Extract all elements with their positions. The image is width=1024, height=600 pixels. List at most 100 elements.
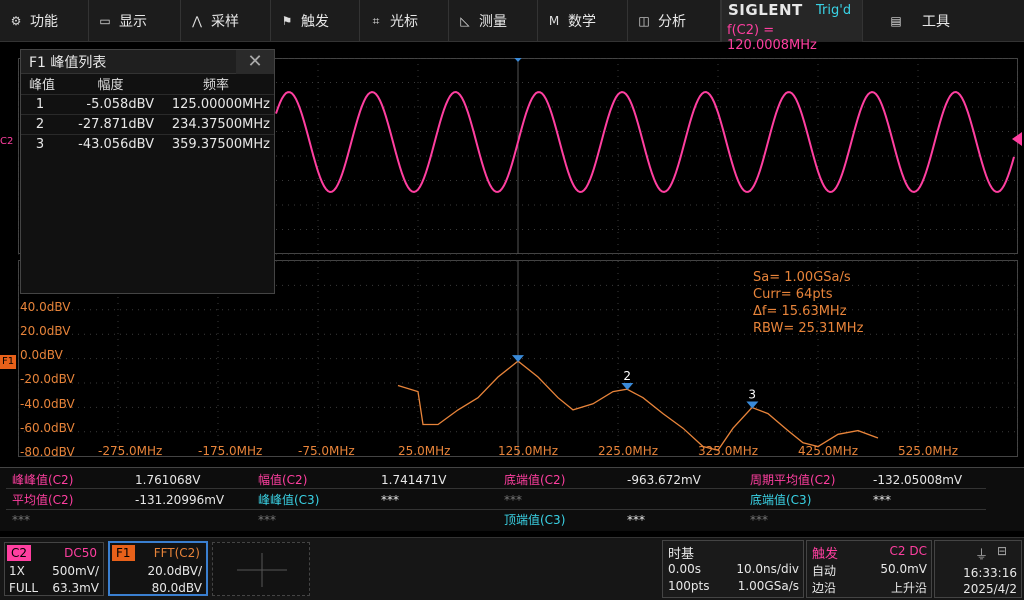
tools-icon: ▤ <box>890 14 902 28</box>
menu-cursor[interactable]: ⌗ 光标 <box>360 0 449 42</box>
fft-y-label: -40.0dBV <box>20 397 75 411</box>
menu-bar: ⚙ 功能 ▭ 显示 ⋀ 采样 ⚑ 触发 ⌗ 光标 ◺ 测量 M 数学 ◫ 分析 SIGLENT … <box>0 0 1024 53</box>
f1-channel-marker[interactable]: F1 <box>0 355 16 369</box>
menu-measure[interactable]: ◺ 测量 <box>449 0 538 42</box>
measure-label: *** <box>258 513 276 527</box>
measure-value: -131.20996mV <box>135 493 225 507</box>
menu-label: 分析 <box>658 14 686 30</box>
menu-label: 功能 <box>30 14 58 30</box>
peak-label: 2 <box>623 369 631 383</box>
menu-analysis[interactable]: ◫ 分析 <box>628 0 721 42</box>
trigger-status: Trig'd <box>816 3 852 18</box>
menu-label: 显示 <box>119 14 147 30</box>
measure-value: *** <box>381 493 399 507</box>
fft-x-label: 425.0MHz <box>798 444 859 458</box>
c2-probe: 1X <box>9 564 25 578</box>
f1-tag: F1 <box>112 545 135 561</box>
trigger-title: 触发 <box>812 547 839 562</box>
menu-tools[interactable]: ▤ 工具 <box>876 0 1024 42</box>
add-channel-button[interactable] <box>212 542 310 596</box>
measure-label: *** <box>12 513 30 527</box>
acquire-icon: ⋀ <box>192 14 202 28</box>
frequency-counter: f(C2) = 120.0008MHz <box>727 23 817 53</box>
plus-icon <box>237 553 287 587</box>
menu-math[interactable]: M 数学 <box>538 0 628 42</box>
peak-frequency: 234.37500MHz <box>158 113 274 134</box>
measure-label: 顶端值(C3) <box>504 513 566 527</box>
brand-panel: SIGLENT Trig'd f(C2) = 120.0008MHz <box>721 0 863 53</box>
measure-label: 峰峰值(C2) <box>12 473 74 487</box>
fft-y-label: -20.0dBV <box>20 372 75 386</box>
trigger-level: 50.0mV <box>880 562 927 576</box>
peak-row[interactable]: 2 -27.871dBV 234.37500MHz <box>21 113 274 134</box>
timebase-title: 时基 <box>668 547 695 562</box>
measure-label: *** <box>750 513 768 527</box>
peak-col-header: 频率 <box>202 78 229 94</box>
status-bar: C2 DC50 1X 500mV/ FULL 63.3mV F1 FFT(C2)… <box>0 537 1024 600</box>
timebase-scale: 10.0ns/div <box>736 562 799 576</box>
fft-y-label: 0.0dBV <box>20 348 63 362</box>
fft-x-label: 225.0MHz <box>598 444 659 458</box>
peak-table: 峰值 幅度 频率 1 -5.058dBV 125.00000MHz 2 -27.… <box>21 74 274 154</box>
trigger-mode: 自动 <box>812 564 837 578</box>
fft-x-label: 125.0MHz <box>498 444 559 458</box>
fft-y-label: 20.0dBV <box>20 324 71 338</box>
fft-trace <box>397 360 879 451</box>
peak-frequency: 359.37500MHz <box>158 133 274 154</box>
clock-time: 16:33:16 <box>963 566 1017 580</box>
measure-label: 峰峰值(C3) <box>258 493 320 507</box>
menu-label: 采样 <box>211 14 239 30</box>
menu-acquire[interactable]: ⋀ 采样 <box>181 0 271 42</box>
fft-info: Sa= 1.00GSa/s Curr= 64pts Δf= 15.63MHz R… <box>753 269 863 337</box>
menu-display[interactable]: ▭ 显示 <box>89 0 181 42</box>
peak-amplitude: -27.871dBV <box>63 113 158 134</box>
fft-x-label: -75.0MHz <box>298 444 355 458</box>
measure-value: 1.741471V <box>381 473 447 487</box>
timebase-box[interactable]: 时基 0.00s 10.0ns/div 100pts 1.00GSa/s <box>662 540 804 598</box>
peak-frequency: 125.00000MHz <box>158 93 274 114</box>
menu-trigger[interactable]: ⚑ 触发 <box>271 0 360 42</box>
measure-value: *** <box>627 513 645 527</box>
fft-resolution: Δf= 15.63MHz <box>753 304 847 319</box>
f1-function: FFT(C2) <box>153 546 200 560</box>
trigger-level-marker[interactable] <box>1012 132 1022 146</box>
c2-channel-box[interactable]: C2 DC50 1X 500mV/ FULL 63.3mV <box>4 542 104 596</box>
flag-icon: ⚑ <box>281 14 293 28</box>
usb-icon: ⏚ <box>975 548 989 563</box>
fft-x-label: 525.0MHz <box>898 444 959 458</box>
network-icon: ⊟ <box>997 544 1008 558</box>
menu-function[interactable]: ⚙ 功能 <box>0 0 89 42</box>
fft-points: Curr= 64pts <box>753 287 833 302</box>
timebase-points: 100pts <box>668 579 710 593</box>
monitor-icon: ▭ <box>99 14 111 28</box>
fft-y-label: -60.0dBV <box>20 421 75 435</box>
fft-sample-rate: Sa= 1.00GSa/s <box>753 270 851 285</box>
math-icon: M <box>548 14 560 28</box>
c2-scale: 500mV/ <box>52 564 99 578</box>
c2-offset: 63.3mV <box>52 581 99 595</box>
c2-channel-marker[interactable]: C2 <box>0 136 13 147</box>
c2-coupling: DC50 <box>64 546 97 560</box>
fft-x-label: -275.0MHz <box>98 444 163 458</box>
peak-row[interactable]: 3 -43.056dBV 359.37500MHz <box>21 133 274 154</box>
measure-label: 平均值(C2) <box>12 493 74 507</box>
f1-center: 80.0dBV <box>151 581 202 595</box>
trigger-type: 边沿 <box>812 581 837 595</box>
peak-label: 3 <box>748 388 756 402</box>
measure-value: -132.05008mV <box>873 473 963 487</box>
trigger-box[interactable]: 触发 C2 DC 自动 50.0mV 边沿 上升沿 <box>806 540 932 598</box>
measure-icon: ◺ <box>460 14 470 28</box>
measurement-panel[interactable]: 峰峰值(C2) 1.761068V 幅值(C2) 1.741471V 底端值(C… <box>0 467 1024 531</box>
fft-y-label: 40.0dBV <box>20 300 71 314</box>
fft-x-label: -175.0MHz <box>198 444 263 458</box>
measure-value: *** <box>873 493 891 507</box>
peak-index: 1 <box>21 93 63 114</box>
peak-amplitude: -5.058dBV <box>63 93 158 114</box>
trigger-slope: 上升沿 <box>890 581 927 595</box>
peak-row[interactable]: 1 -5.058dBV 125.00000MHz <box>21 93 274 114</box>
menu-label: 光标 <box>390 14 418 30</box>
close-icon[interactable]: ✕ <box>236 49 274 74</box>
c2-bandwidth: FULL <box>9 581 39 595</box>
f1-math-box[interactable]: F1 FFT(C2) 20.0dBV/ 80.0dBV <box>108 541 208 596</box>
peak-list-titlebar: F1 峰值列表 ✕ <box>21 49 274 74</box>
